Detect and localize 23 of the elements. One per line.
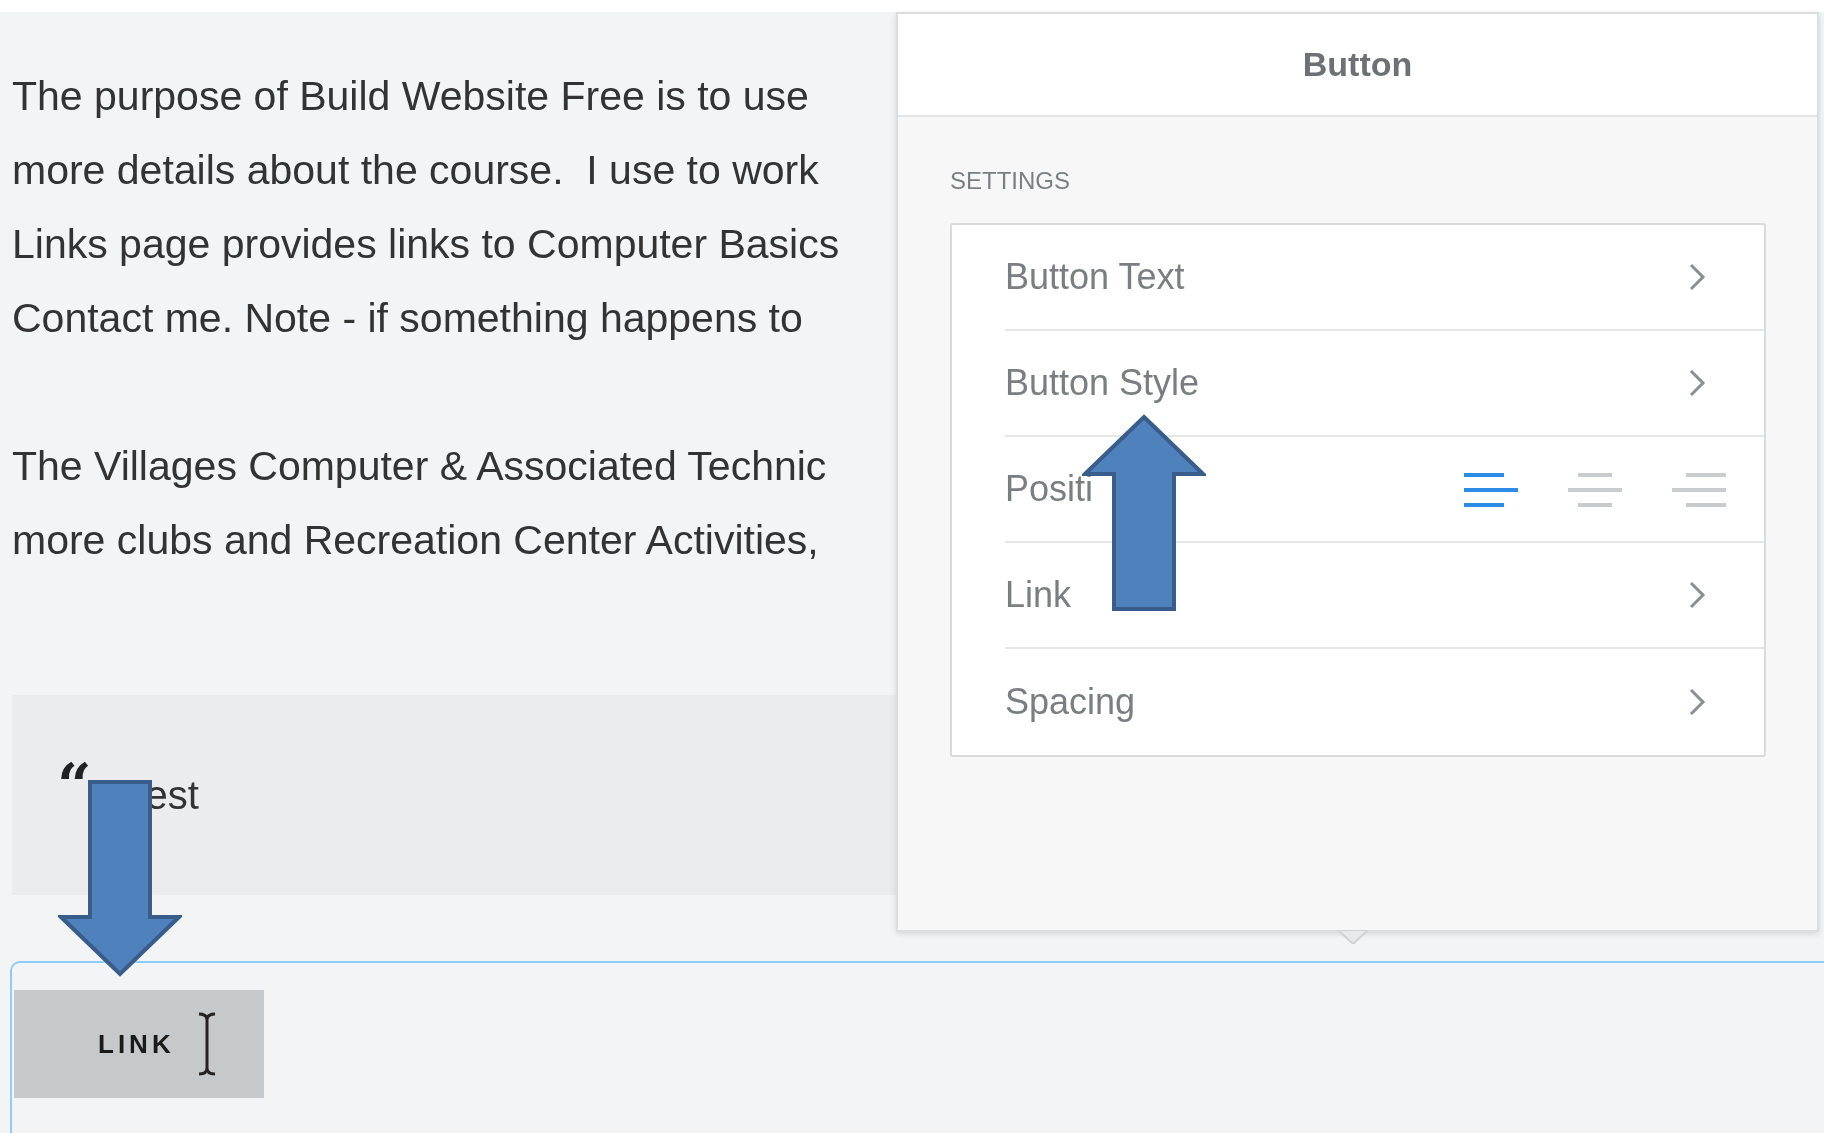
paragraph-line: The Villages Computer & Associated Technic bbox=[12, 442, 827, 491]
setting-label: Button Text bbox=[1005, 255, 1186, 299]
chevron-right-icon bbox=[1688, 368, 1706, 398]
paragraph-line: Contact me. Note - if something happens to bbox=[12, 294, 803, 343]
paragraph-line: Links page provides links to Computer Basics bbox=[12, 220, 840, 269]
paragraph-line: more details about the course. I use to work bbox=[12, 146, 819, 195]
chevron-right-icon bbox=[1688, 262, 1706, 292]
link-button[interactable]: LINK bbox=[14, 990, 264, 1098]
text-cursor-icon bbox=[196, 1012, 217, 1076]
align-left-button[interactable] bbox=[1464, 471, 1518, 507]
panel-title: Button bbox=[1302, 44, 1413, 85]
setting-label: Button Style bbox=[1005, 361, 1201, 405]
paragraph-line: more clubs and Recreation Center Activities, bbox=[12, 516, 819, 565]
setting-label: Spacing bbox=[1005, 680, 1137, 724]
align-right-button[interactable] bbox=[1672, 471, 1726, 507]
setting-label: Positi bbox=[1005, 467, 1095, 511]
paragraph-line: The purpose of Build Website Free is to use bbox=[12, 72, 809, 121]
setting-label: Link bbox=[1005, 573, 1073, 617]
chevron-right-icon bbox=[1688, 580, 1706, 610]
quote-mark: “ bbox=[57, 755, 92, 815]
section-heading: SETTINGS bbox=[950, 167, 1070, 194]
chevron-right-icon bbox=[1688, 687, 1706, 717]
align-center-button[interactable] bbox=[1568, 471, 1622, 507]
